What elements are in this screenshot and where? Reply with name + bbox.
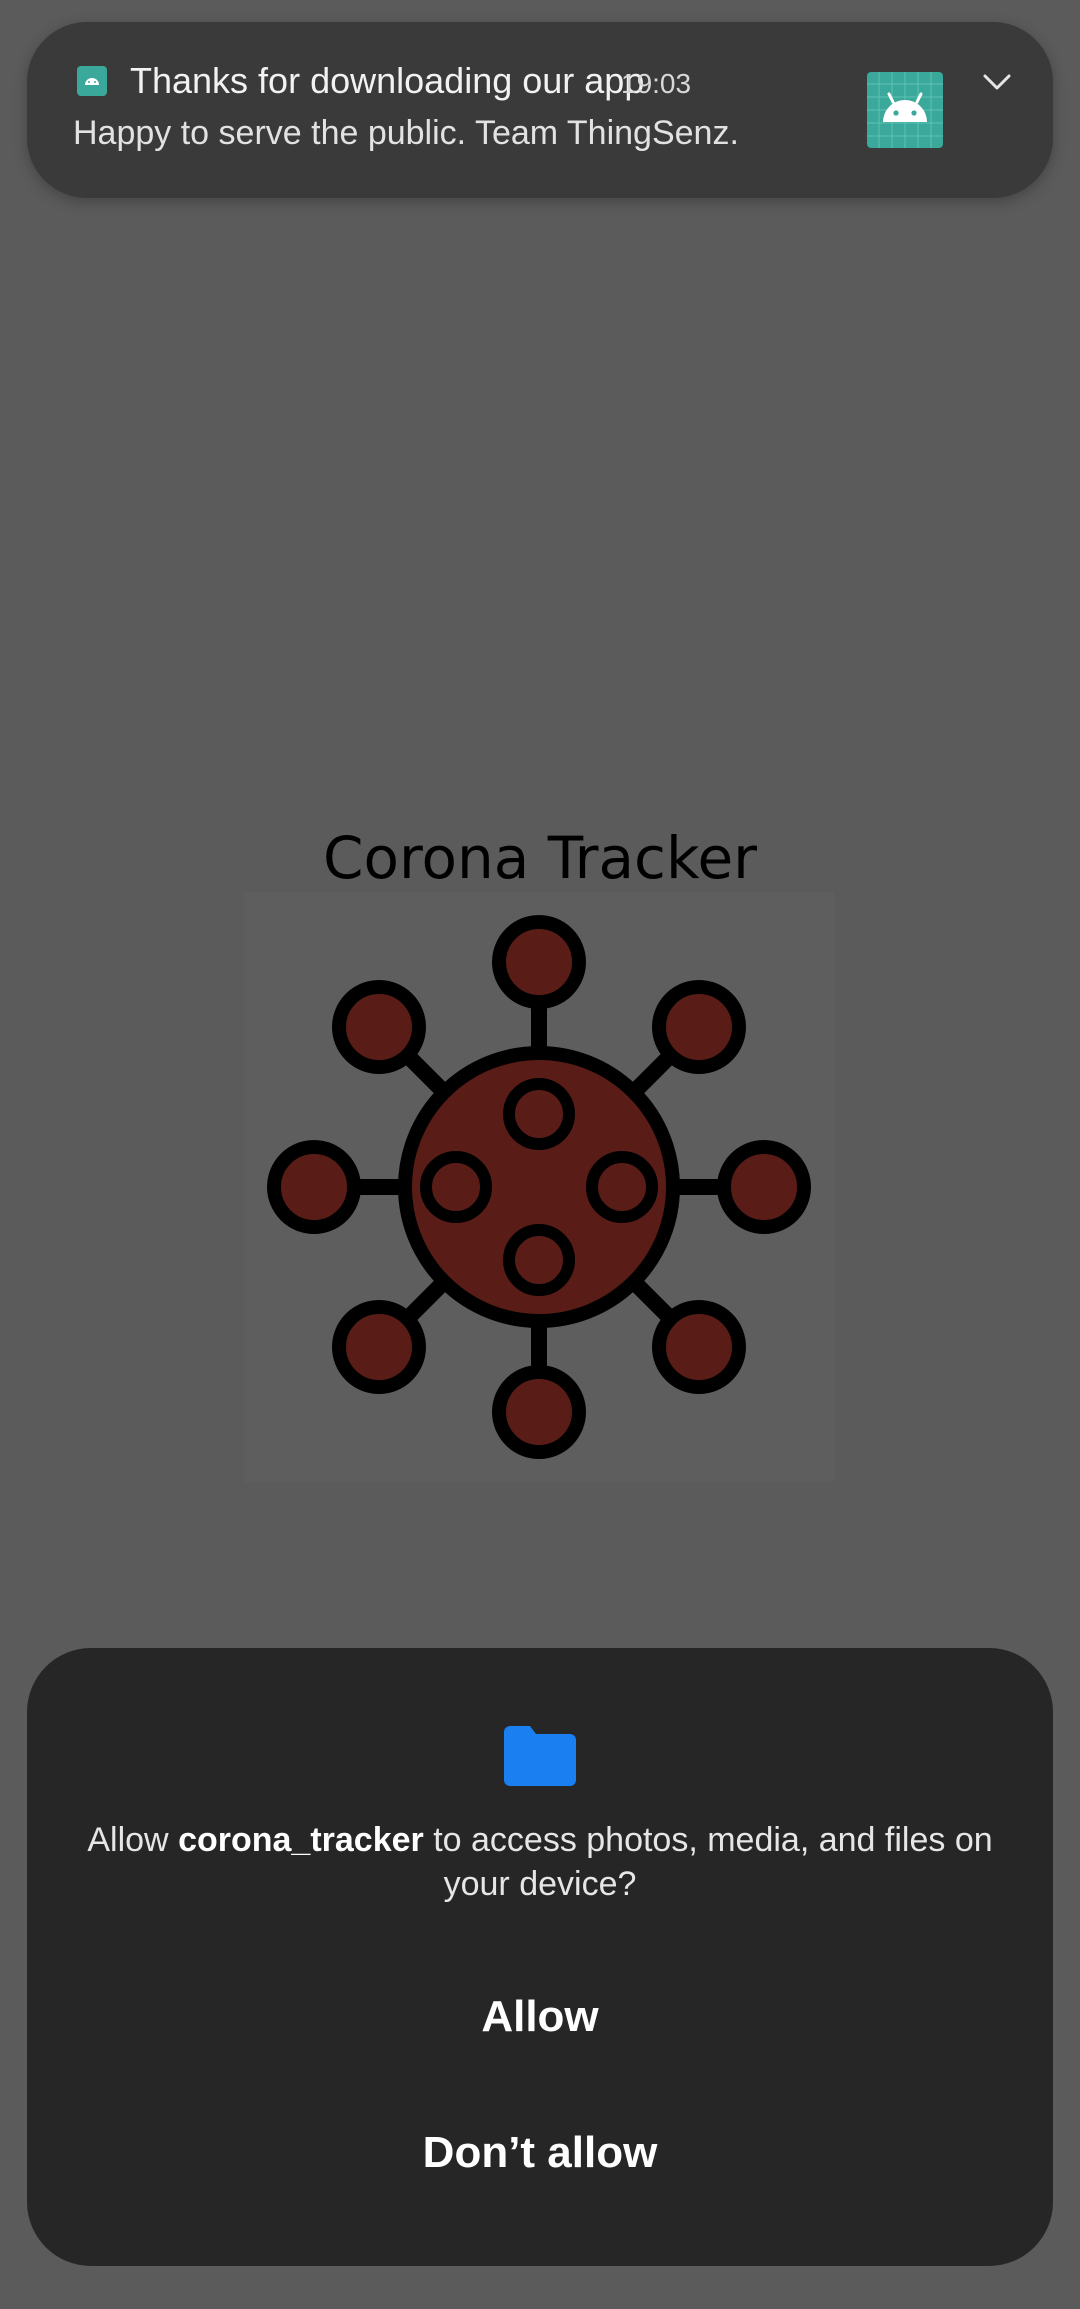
app-title: Corona Tracker bbox=[322, 824, 757, 892]
coronavirus-icon bbox=[244, 892, 834, 1482]
message-prefix: Allow bbox=[87, 1821, 179, 1859]
notification-time: 19:03 bbox=[621, 68, 692, 99]
permission-message: Allow corona_tracker to access photos, m… bbox=[87, 1818, 993, 1906]
allow-button[interactable]: Allow bbox=[67, 1962, 1013, 2072]
screen: Thanks for downloading our app 19:03 Hap… bbox=[0, 0, 1080, 2309]
chevron-down-icon[interactable] bbox=[977, 62, 1017, 102]
app-name: corona_tracker bbox=[178, 1821, 424, 1859]
permission-dialog: Allow corona_tracker to access photos, m… bbox=[27, 1648, 1053, 2266]
notification-title: Thanks for downloading our app bbox=[130, 60, 645, 101]
notification-body: Happy to serve the public. Team ThingSen… bbox=[73, 114, 739, 152]
android-icon bbox=[867, 72, 943, 148]
dont-allow-button[interactable]: Don’t allow bbox=[67, 2098, 1013, 2208]
message-suffix: to access photos, media, and files on yo… bbox=[423, 1821, 993, 1903]
folder-icon bbox=[504, 1724, 576, 1786]
android-small-icon bbox=[77, 66, 107, 96]
notification-card[interactable]: Thanks for downloading our app 19:03 Hap… bbox=[27, 22, 1053, 198]
